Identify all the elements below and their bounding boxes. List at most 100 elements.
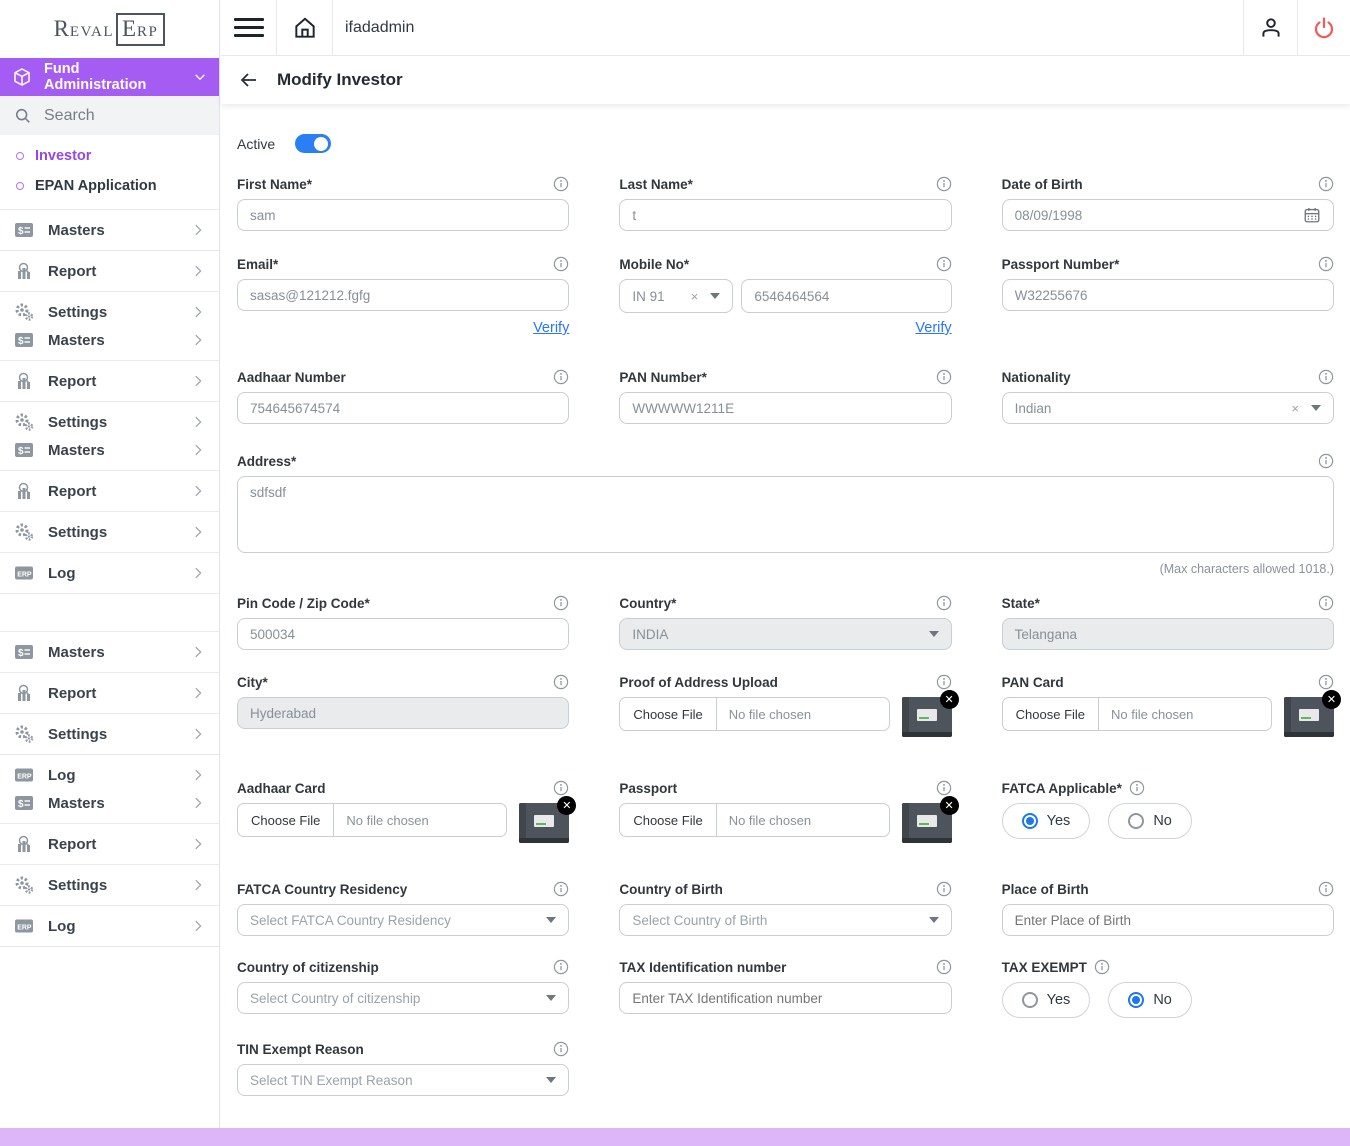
- proof-of-address-file-input[interactable]: Choose File No file chosen: [619, 697, 889, 731]
- aadhaar-number-input[interactable]: [237, 392, 569, 424]
- info-icon[interactable]: [1318, 176, 1334, 192]
- sidebar-item-report[interactable]: Report: [14, 261, 205, 281]
- info-icon[interactable]: [553, 674, 569, 690]
- profile-button[interactable]: [1243, 0, 1297, 55]
- info-icon[interactable]: [1318, 595, 1334, 611]
- sidebar-search[interactable]: Search: [0, 96, 219, 135]
- info-icon[interactable]: [1318, 881, 1334, 897]
- info-icon[interactable]: [936, 780, 952, 796]
- info-icon[interactable]: [553, 1041, 569, 1057]
- proof-of-address-thumbnail[interactable]: ✕: [902, 697, 952, 737]
- settings-icon: [14, 724, 34, 744]
- clear-icon[interactable]: ×: [687, 289, 703, 304]
- logout-button[interactable]: [1297, 0, 1350, 55]
- tax-exempt-no-radio[interactable]: No: [1108, 982, 1192, 1018]
- info-icon[interactable]: [553, 959, 569, 975]
- info-icon[interactable]: [553, 256, 569, 272]
- choose-file-button[interactable]: Choose File: [620, 804, 716, 836]
- aadhaar-card-thumbnail[interactable]: ✕: [519, 803, 569, 843]
- country-of-birth-select[interactable]: Select Country of Birth: [619, 904, 951, 936]
- tin-exempt-reason-select[interactable]: Select TIN Exempt Reason: [237, 1064, 569, 1096]
- info-icon[interactable]: [1094, 959, 1110, 975]
- sidebar-item-report[interactable]: Report: [14, 834, 205, 854]
- sidebar-item-settings[interactable]: Settings: [14, 875, 205, 895]
- sidebar-item-masters[interactable]: Masters: [14, 330, 205, 350]
- country-code-select[interactable]: IN 91 ×: [619, 279, 733, 313]
- info-icon[interactable]: [1318, 369, 1334, 385]
- citizenship-select[interactable]: Select Country of citizenship: [237, 982, 569, 1014]
- calendar-icon[interactable]: [1303, 206, 1321, 224]
- sidebar-item-masters[interactable]: Masters: [14, 793, 205, 813]
- sidebar-item-masters[interactable]: Masters: [14, 642, 205, 662]
- verify-mobile-link[interactable]: Verify: [915, 320, 951, 336]
- sidebar-item-report[interactable]: Report: [14, 371, 205, 391]
- choose-file-button[interactable]: Choose File: [238, 804, 334, 836]
- tax-exempt-yes-radio[interactable]: Yes: [1002, 982, 1091, 1018]
- passport-thumbnail[interactable]: ✕: [902, 803, 952, 843]
- first-name-input[interactable]: [237, 199, 569, 231]
- info-icon[interactable]: [936, 369, 952, 385]
- sidebar-item-masters[interactable]: Masters: [14, 440, 205, 460]
- info-icon[interactable]: [553, 369, 569, 385]
- info-icon[interactable]: [553, 595, 569, 611]
- clear-icon[interactable]: ×: [1287, 401, 1303, 416]
- info-icon[interactable]: [936, 176, 952, 192]
- pincode-input[interactable]: [237, 618, 569, 650]
- fatca-no-radio[interactable]: No: [1108, 803, 1192, 839]
- choose-file-button[interactable]: Choose File: [1003, 698, 1099, 730]
- sidebar-item-label: Settings: [48, 726, 177, 743]
- sidebar-item-log[interactable]: Log: [14, 916, 205, 936]
- info-icon[interactable]: [1318, 674, 1334, 690]
- sidebar-item-epan-application[interactable]: EPAN Application: [0, 171, 219, 201]
- info-icon[interactable]: [936, 256, 952, 272]
- info-icon[interactable]: [1318, 453, 1334, 469]
- bullet-icon: [16, 152, 24, 160]
- sidebar-item-settings[interactable]: Settings: [14, 412, 205, 432]
- remove-file-icon[interactable]: ✕: [557, 796, 576, 815]
- sidebar-item-report[interactable]: Report: [14, 683, 205, 703]
- passport-number-input[interactable]: [1002, 279, 1334, 311]
- aadhaar-card-file-input[interactable]: Choose File No file chosen: [237, 803, 507, 837]
- fatca-yes-radio[interactable]: Yes: [1002, 803, 1091, 839]
- active-toggle[interactable]: [295, 134, 331, 153]
- menu-toggle-button[interactable]: [221, 0, 277, 55]
- home-button[interactable]: [277, 0, 333, 55]
- last-name-input[interactable]: [619, 199, 951, 231]
- dob-input[interactable]: 08/09/1998: [1002, 199, 1334, 231]
- sidebar-item-masters[interactable]: Masters: [14, 220, 205, 240]
- sidebar-item-investor[interactable]: Investor: [0, 141, 219, 171]
- sidebar-item-settings[interactable]: Settings: [14, 302, 205, 322]
- pan-card-thumbnail[interactable]: ✕: [1284, 697, 1334, 737]
- sidebar-item-log[interactable]: Log: [14, 765, 205, 785]
- info-icon[interactable]: [1129, 780, 1145, 796]
- remove-file-icon[interactable]: ✕: [1322, 690, 1341, 709]
- sidebar-item-settings[interactable]: Settings: [14, 522, 205, 542]
- email-input[interactable]: [237, 279, 569, 311]
- info-icon[interactable]: [553, 176, 569, 192]
- sidebar-item-log[interactable]: Log: [14, 563, 205, 583]
- info-icon[interactable]: [1318, 256, 1334, 272]
- verify-email-link[interactable]: Verify: [533, 320, 569, 336]
- info-icon[interactable]: [936, 959, 952, 975]
- fatca-country-select[interactable]: Select FATCA Country Residency: [237, 904, 569, 936]
- pan-number-input[interactable]: [619, 392, 951, 424]
- sidebar-item-settings[interactable]: Settings: [14, 724, 205, 744]
- choose-file-button[interactable]: Choose File: [620, 698, 716, 730]
- module-switcher[interactable]: Fund Administration: [0, 58, 219, 96]
- passport-file-input[interactable]: Choose File No file chosen: [619, 803, 889, 837]
- info-icon[interactable]: [553, 881, 569, 897]
- info-icon[interactable]: [936, 674, 952, 690]
- sidebar-item-report[interactable]: Report: [14, 481, 205, 501]
- place-of-birth-input[interactable]: [1002, 904, 1334, 936]
- nationality-select[interactable]: Indian ×: [1002, 392, 1334, 424]
- remove-file-icon[interactable]: ✕: [940, 690, 959, 709]
- tax-id-input[interactable]: [619, 982, 951, 1014]
- info-icon[interactable]: [553, 780, 569, 796]
- info-icon[interactable]: [936, 595, 952, 611]
- info-icon[interactable]: [936, 881, 952, 897]
- pan-card-file-input[interactable]: Choose File No file chosen: [1002, 697, 1272, 731]
- back-arrow-icon[interactable]: [239, 70, 259, 90]
- remove-file-icon[interactable]: ✕: [940, 796, 959, 815]
- address-textarea[interactable]: sdfsdf: [237, 476, 1334, 553]
- mobile-number-input[interactable]: [741, 279, 951, 313]
